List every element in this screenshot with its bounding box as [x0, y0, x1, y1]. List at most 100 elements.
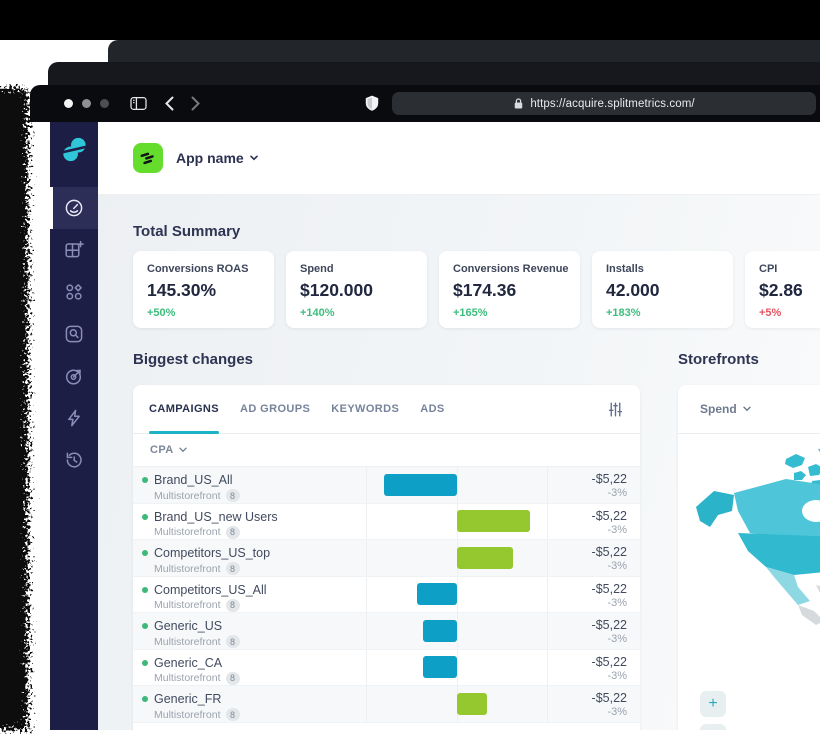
change-value: -$5,22	[591, 581, 627, 596]
minimize-window-icon[interactable]	[82, 99, 91, 108]
table-row[interactable]: Brand_US_All Multistorefront 8 -$5,22 -3%	[133, 467, 640, 504]
app-name-selector[interactable]: App name	[176, 150, 258, 166]
sidebar-item-search-audit[interactable]	[50, 313, 98, 355]
table-row[interactable]: Generic_FR Multistorefront 8 -$5,22 -3%	[133, 686, 640, 723]
sidebar-item-dashboard[interactable]	[50, 187, 98, 229]
change-delta: -3%	[607, 560, 627, 572]
grid-add-icon	[65, 240, 84, 258]
change-bar	[417, 583, 457, 606]
storefronts-metric-dropdown[interactable]: Spend	[678, 385, 820, 434]
table-row[interactable]: Brand_US_new Users Multistorefront 8 -$5,2…	[133, 503, 640, 540]
table-row[interactable]: Competitors_US_top Multistorefront 8 -$5,2…	[133, 540, 640, 577]
storefronts-metric-label: Spend	[700, 402, 737, 416]
address-bar[interactable]: https://acquire.splitmetrics.com/	[392, 92, 816, 115]
tab-campaigns[interactable]: CAMPAIGNS	[149, 385, 220, 434]
change-bar-cell	[366, 576, 548, 612]
stat-delta: +165%	[453, 307, 488, 319]
change-delta: -3%	[607, 633, 627, 645]
background-window-middle	[108, 40, 820, 63]
stat-value: 42.000	[606, 280, 660, 300]
stat-card-conversions-revenue[interactable]: Conversions Revenue $174.36 +165%	[439, 251, 580, 328]
change-value: -$5,22	[591, 618, 627, 632]
app-name-label: App name	[176, 150, 244, 166]
close-window-icon[interactable]	[64, 99, 73, 108]
campaign-name: Competitors_US_top	[154, 546, 271, 560]
app-header: App name	[98, 122, 820, 195]
change-bar-cell	[366, 540, 548, 576]
shapes-icon	[66, 284, 82, 300]
change-value: -$5,22	[591, 472, 627, 486]
table-row[interactable]: Competitors_US_All Multistorefront 8 -$5,2…	[133, 576, 640, 613]
tab-ads[interactable]: ADS	[420, 385, 444, 433]
map-zoom-out-button[interactable]: −	[700, 724, 726, 730]
stat-value: 145.30%	[147, 280, 217, 300]
goal-target-icon	[65, 369, 82, 385]
privacy-shield-icon[interactable]	[364, 94, 380, 113]
change-value: -$5,22	[591, 545, 627, 559]
sidebar-toggle-icon[interactable]	[130, 96, 147, 111]
lock-icon	[515, 98, 523, 109]
change-bar-cell	[366, 467, 548, 503]
stat-label: Conversions Revenue	[453, 263, 569, 275]
background-window-lower	[48, 62, 820, 85]
dashboard-content: Total Summary Conversions ROAS 145.30% +…	[98, 195, 820, 730]
count-badge: 8	[225, 562, 240, 575]
browser-forward-icon[interactable]	[190, 96, 201, 111]
filter-settings-button[interactable]	[607, 401, 624, 418]
browser-back-icon[interactable]	[164, 96, 175, 111]
metric-dropdown-cpa[interactable]: CPA	[133, 434, 640, 467]
stat-label: Conversions ROAS	[147, 263, 249, 275]
stat-label: Installs	[606, 263, 644, 275]
map-zoom-in-button[interactable]: +	[700, 691, 726, 717]
app-main: App name Total Summary Conversions ROAS …	[98, 122, 820, 730]
count-badge: 8	[225, 598, 240, 612]
change-delta: -3%	[607, 669, 627, 682]
campaign-sublabel: Multistorefront	[154, 526, 221, 538]
stat-value: $174.36	[453, 280, 517, 300]
status-dot	[142, 550, 148, 556]
chevron-down-icon	[742, 406, 751, 412]
stat-card-spend[interactable]: Spend $120.000 +140%	[286, 251, 427, 328]
campaign-name: Generic_US	[154, 619, 223, 633]
sidebar-item-campaigns[interactable]	[50, 271, 98, 313]
change-bar	[457, 546, 513, 569]
count-badge: 8	[225, 525, 240, 539]
stat-card-installs[interactable]: Installs 42.000 +183%	[592, 251, 733, 328]
change-bar	[423, 656, 457, 679]
traffic-lights[interactable]	[64, 99, 109, 108]
background-window-top	[0, 0, 820, 40]
change-delta: -3%	[607, 706, 627, 718]
stat-delta: +5%	[759, 307, 782, 319]
sidebar-item-goals[interactable]	[50, 355, 98, 397]
metric-dropdown-label: CPA	[150, 444, 174, 456]
app-icon	[133, 143, 163, 173]
table-row[interactable]: Generic_US Multistorefront 8 -$5,22 -3%	[133, 613, 640, 650]
stat-delta: +140%	[300, 307, 335, 319]
change-value: -$5,22	[591, 691, 627, 705]
stat-card-cpi[interactable]: CPI $2.86 +5%	[745, 251, 820, 328]
table-row[interactable]: Generic_CA Multistorefront 8 -$5,22 -3%	[133, 649, 640, 686]
biggest-changes-panel: CAMPAIGNS AD GROUPS KEYWORDS ADS CPA Bra…	[133, 385, 640, 730]
dashboard-gauge-icon	[65, 199, 83, 217]
campaign-sublabel: Multistorefront	[154, 672, 221, 684]
tab-ad-groups[interactable]: AD GROUPS	[240, 385, 310, 433]
sidebar-item-history[interactable]	[50, 439, 98, 481]
storefronts-title: Storefronts	[678, 351, 759, 368]
maximize-window-icon[interactable]	[100, 99, 109, 108]
change-delta: -3%	[607, 596, 627, 609]
summary-cards: Conversions ROAS 145.30% +50% Spend $120…	[133, 251, 820, 328]
storefronts-map[interactable]	[690, 445, 820, 660]
app-sidebar	[50, 122, 98, 730]
chevron-down-icon	[249, 155, 258, 161]
count-badge: 8	[225, 671, 240, 685]
browser-window: https://acquire.splitmetrics.com/ App na…	[30, 85, 820, 730]
change-value: -$5,22	[591, 508, 627, 523]
splitmetrics-logo-icon[interactable]	[61, 136, 88, 163]
campaign-name: Brand_US_new Users	[154, 509, 278, 524]
stat-card-conversions-roas[interactable]: Conversions ROAS 145.30% +50%	[133, 251, 274, 328]
change-bar-cell	[366, 649, 548, 685]
sidebar-item-automation[interactable]	[50, 397, 98, 439]
sidebar-item-overview[interactable]	[50, 229, 98, 271]
tab-keywords[interactable]: KEYWORDS	[331, 385, 399, 433]
campaign-sublabel: Multistorefront	[154, 635, 221, 648]
